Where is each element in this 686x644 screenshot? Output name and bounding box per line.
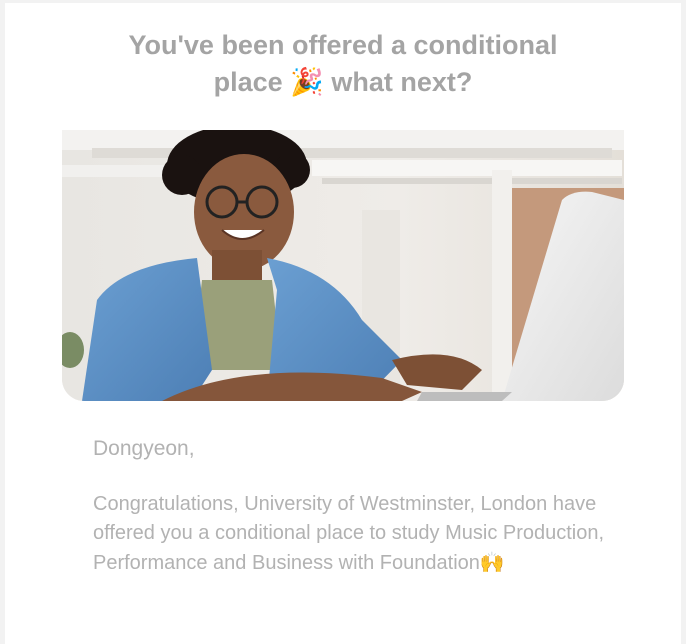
raising-hands-icon: 🙌 bbox=[479, 550, 505, 574]
photo-student-laptop-icon bbox=[62, 130, 624, 401]
hero-image bbox=[62, 130, 624, 401]
email-card: You've been offered a conditional place … bbox=[5, 3, 681, 644]
email-body-text: Congratulations, University of Westminst… bbox=[93, 493, 605, 574]
email-greeting: Dongyeon, bbox=[93, 437, 195, 460]
email-headline: You've been offered a conditional place … bbox=[5, 27, 681, 101]
headline-line-2-end: what next? bbox=[331, 67, 473, 97]
headline-line-1: You've been offered a conditional bbox=[128, 30, 558, 60]
email-body: Congratulations, University of Westminst… bbox=[93, 490, 613, 578]
headline-line-2-start: place bbox=[213, 67, 283, 97]
party-popper-icon: 🎉 bbox=[290, 67, 324, 98]
